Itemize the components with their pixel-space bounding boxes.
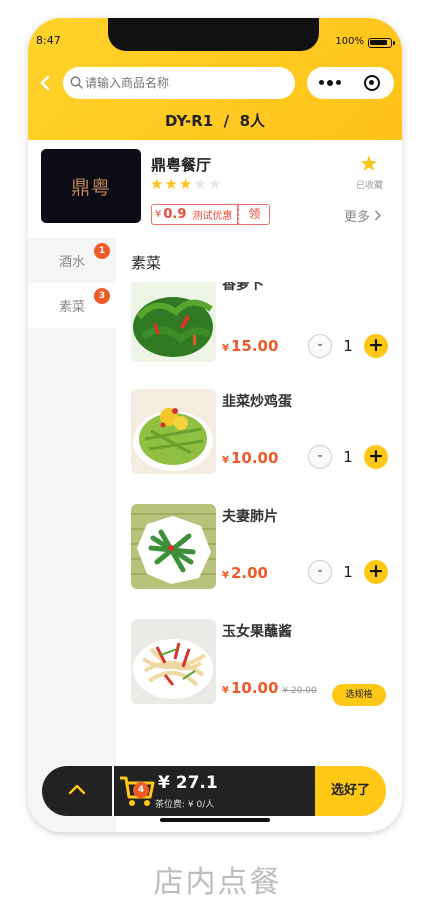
rating-stars: ★★★★★ xyxy=(150,175,222,193)
increase-button[interactable]: + xyxy=(364,560,388,584)
search-box[interactable] xyxy=(63,67,295,99)
cart-summary[interactable]: 4 ¥ 27.1 茶位费: ¥ 0/人 xyxy=(114,766,315,816)
device-notch xyxy=(108,18,319,51)
category-label: 素菜 xyxy=(58,300,85,315)
more-label: 更多 xyxy=(344,210,371,225)
cart-bar: 4 ¥ 27.1 茶位费: ¥ 0/人 选好了 xyxy=(42,766,386,816)
search-input[interactable] xyxy=(85,76,275,90)
quantity-stepper: - 1 + xyxy=(308,334,388,358)
dish-price: ¥15.00 xyxy=(222,337,279,355)
star-icon: ★ xyxy=(150,175,165,193)
checkout-button[interactable]: 选好了 xyxy=(315,766,386,816)
coupon[interactable]: ¥ 0.9 测试优惠 领 xyxy=(151,204,271,225)
quantity-value: 1 xyxy=(343,337,353,355)
dish-price: ¥10.00 xyxy=(222,449,279,467)
battery-percent: 100% xyxy=(335,36,364,47)
decrease-button[interactable]: - xyxy=(308,334,332,358)
favorite-label: 已收藏 xyxy=(356,181,384,191)
star-empty-icon: ★ xyxy=(207,175,223,193)
star-empty-icon: ★ xyxy=(193,175,208,193)
tea-fee: 茶位费: ¥ 0/人 xyxy=(155,800,215,810)
header-bar: 8:47 100% DY-R1 / 8人 xyxy=(28,18,402,140)
dish-name: 玉女果蘸酱 xyxy=(222,624,292,640)
quantity-value: 1 xyxy=(343,448,353,466)
battery-tip xyxy=(393,41,395,45)
coupon-currency: ¥ xyxy=(155,209,162,220)
more-dots-icon[interactable] xyxy=(319,79,349,86)
menu-list: 素菜 香萝卜 ¥15.00 - 1 + 韭菜炒鸡蛋 ¥ 10.00 - 1 + … xyxy=(116,238,402,832)
dish-image xyxy=(131,619,216,704)
section-title: 素菜 xyxy=(131,254,162,272)
menu-item[interactable]: 韭菜炒鸡蛋 ¥10.00 - 1 + xyxy=(131,389,396,474)
decrease-button[interactable]: - xyxy=(308,560,332,584)
cart-total: ¥ 27.1 xyxy=(158,773,218,793)
shop-name: 鼎粤餐厅 xyxy=(151,156,212,174)
chevron-up-icon xyxy=(68,784,86,795)
coupon-claim-button[interactable]: 领 xyxy=(238,204,271,225)
table-info: DY-R1 / 8人 xyxy=(28,110,402,131)
dish-name: 韭菜炒鸡蛋 xyxy=(222,394,292,410)
coupon-amount: 0.9 xyxy=(163,207,187,222)
menu-item[interactable]: 夫妻肺片 ¥2.00 - 1 + xyxy=(131,504,396,589)
table-number: DY-R1 xyxy=(164,112,214,130)
star-icon: ★ xyxy=(178,175,194,193)
decrease-button[interactable]: - xyxy=(308,445,332,469)
choose-spec-button[interactable]: 选规格 xyxy=(332,684,386,706)
category-badge: 1 xyxy=(94,243,110,259)
close-target-icon[interactable] xyxy=(364,75,380,91)
dish-price: ¥2.00 xyxy=(222,564,268,582)
quantity-value: 1 xyxy=(343,563,353,581)
coupon-body: ¥ 0.9 测试优惠 xyxy=(151,204,239,225)
dish-image xyxy=(131,282,216,362)
miniprogram-capsule xyxy=(307,67,394,99)
category-item-vegetables[interactable]: 素菜 3 xyxy=(28,283,116,328)
back-arrow-icon[interactable] xyxy=(37,75,53,91)
dish-price: ¥10.00 ¥ 20.00 xyxy=(222,679,317,697)
category-item-drinks[interactable]: 酒水 1 xyxy=(28,238,116,283)
expand-cart-button[interactable] xyxy=(42,766,112,816)
coupon-label: 测试优惠 xyxy=(192,211,233,222)
menu-item[interactable]: 玉女果蘸酱 ¥10.00 ¥ 20.00 选规格 xyxy=(131,619,396,706)
search-icon xyxy=(70,74,83,93)
quantity-stepper: - 1 + xyxy=(308,560,388,584)
home-indicator xyxy=(160,818,270,822)
dish-name: 香萝卜 xyxy=(222,282,264,293)
status-time: 8:47 xyxy=(36,34,61,47)
menu-item[interactable]: 香萝卜 ¥15.00 - 1 + xyxy=(131,282,396,362)
quantity-stepper: - 1 + xyxy=(308,445,388,469)
category-sidebar: 酒水 1 素菜 3 xyxy=(28,238,116,832)
table-separator: / xyxy=(223,112,230,130)
dish-image xyxy=(131,504,216,589)
favorite-star-icon[interactable]: ★ xyxy=(359,152,379,177)
cart-count-badge: 4 xyxy=(133,782,149,798)
chevron-right-icon xyxy=(375,210,382,221)
page-caption: 店内点餐 xyxy=(153,865,282,900)
increase-button[interactable]: + xyxy=(364,445,388,469)
category-badge: 3 xyxy=(94,288,110,304)
category-label: 酒水 xyxy=(58,255,85,270)
shop-logo: 鼎粤 xyxy=(41,149,141,223)
more-link[interactable]: 更多 xyxy=(344,206,382,225)
shop-card: 鼎粤 鼎粤餐厅 ★★★★★ ★ 已收藏 ¥ 0.9 测试优惠 领 更多 xyxy=(28,140,402,238)
battery-icon xyxy=(368,38,392,48)
dish-name: 夫妻肺片 xyxy=(222,509,278,525)
guest-count: 8人 xyxy=(239,112,266,130)
increase-button[interactable]: + xyxy=(364,334,388,358)
star-icon: ★ xyxy=(164,175,179,193)
dish-image xyxy=(131,389,216,474)
original-price: ¥ 20.00 xyxy=(282,686,317,696)
phone-screen: 8:47 100% DY-R1 / 8人 鼎粤 鼎粤餐厅 ★★★★★ ★ xyxy=(28,18,402,832)
